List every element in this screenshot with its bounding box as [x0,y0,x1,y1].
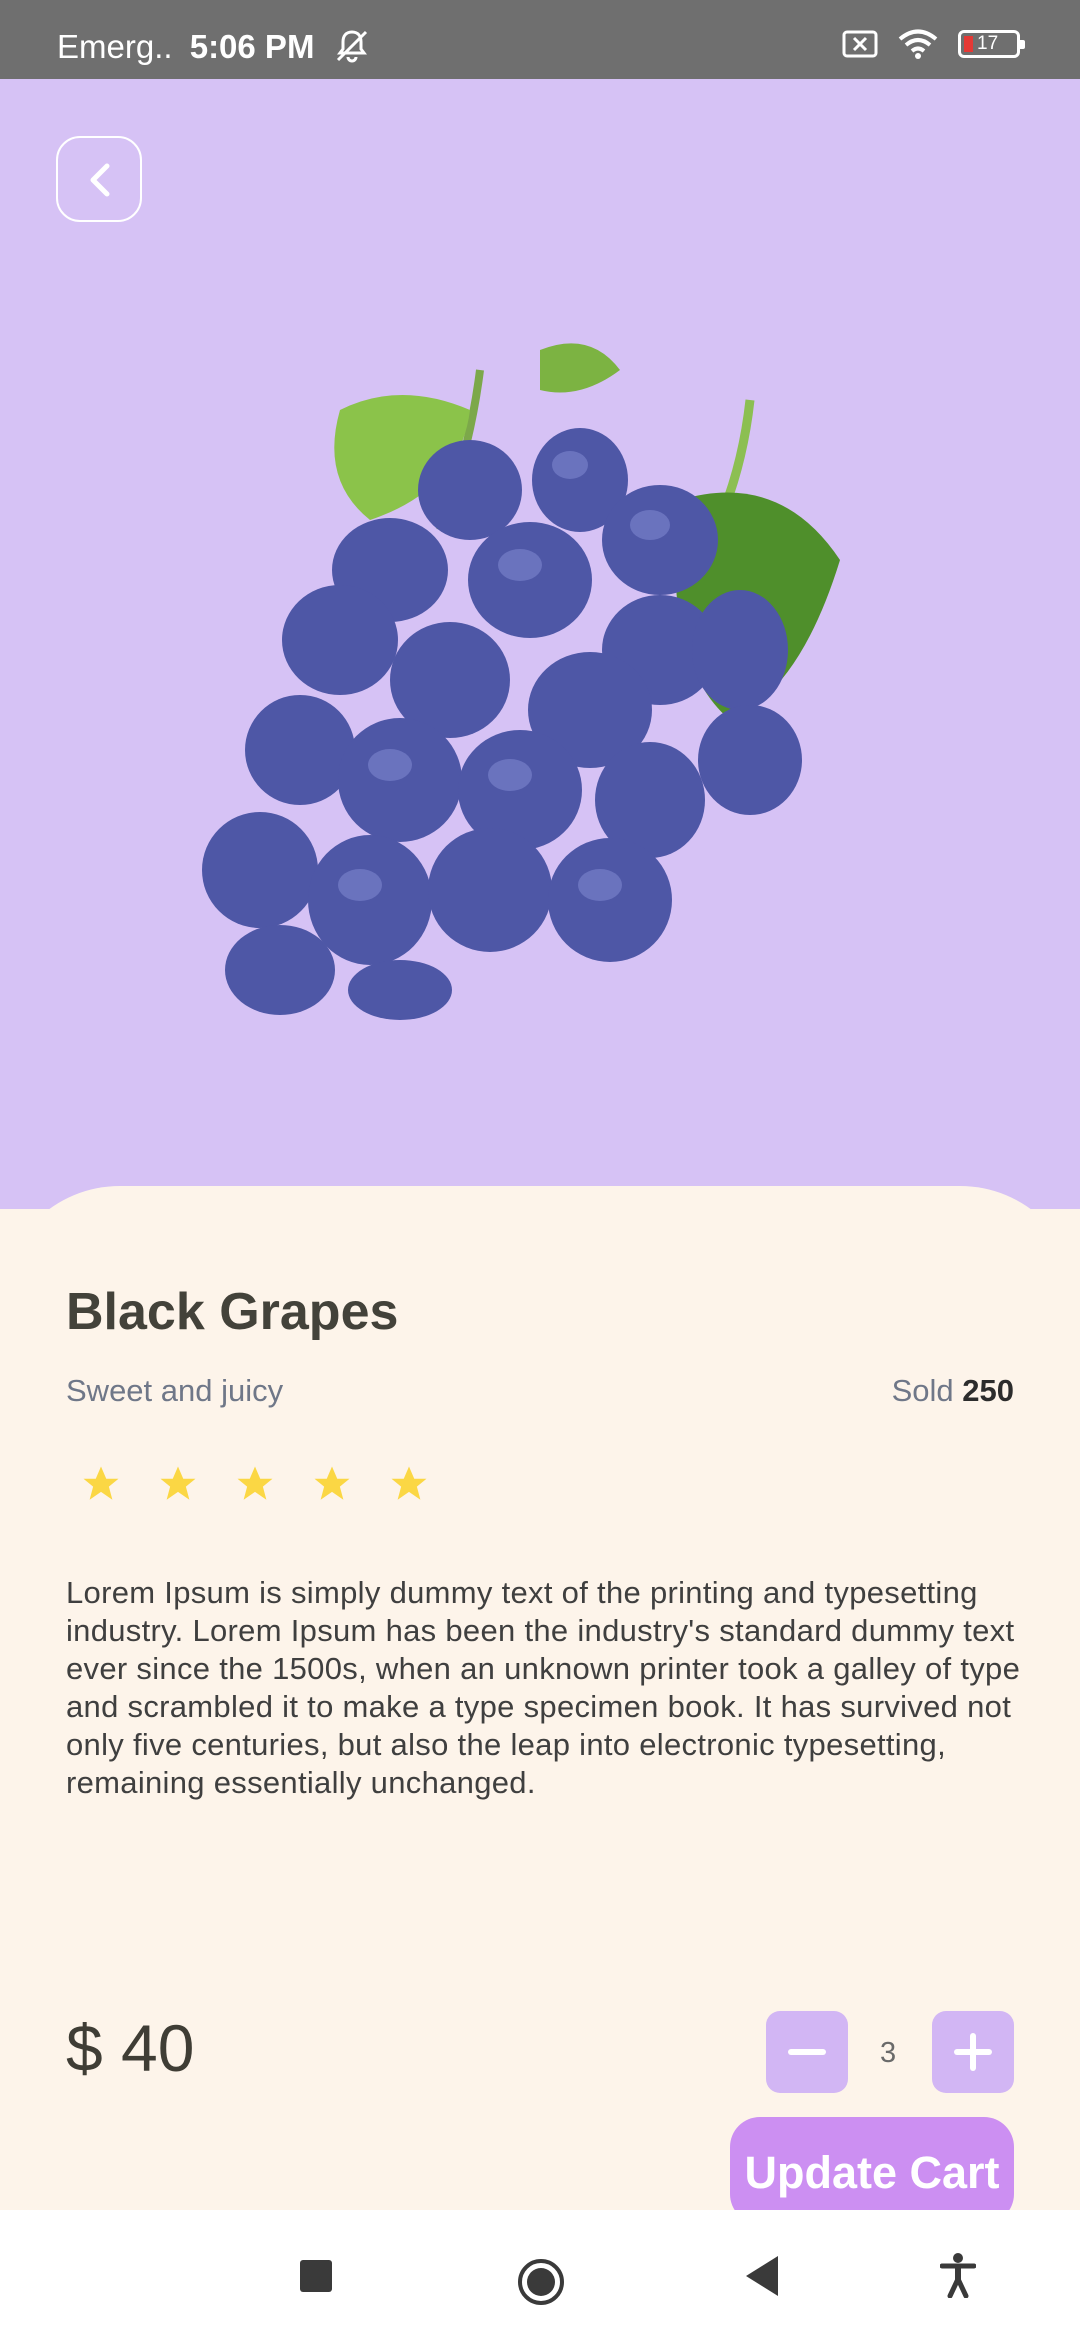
decrease-quantity-button[interactable] [766,2011,848,2093]
status-bar: Emerg.. 5:06 PM 17 [0,0,1080,79]
sold-count: Sold 250 [892,1373,1014,1409]
product-description: Lorem Ipsum is simply dummy text of the … [66,1575,1021,1800]
recent-apps-button[interactable] [300,2260,332,2292]
battery-level-text: 17 [977,33,999,54]
back-triangle-button[interactable] [744,2254,780,2298]
home-button[interactable] [516,2257,566,2307]
muted-bell-icon [336,30,368,63]
star-icon [160,1466,196,1500]
minus-icon [788,2049,826,2055]
sold-value: 250 [962,1373,1014,1408]
accessibility-icon[interactable] [940,2252,976,2298]
battery-icon: 17 [958,30,1025,58]
quantity-value: 3 [880,2037,897,2069]
product-price: $ 40 [66,2011,195,2085]
star-icon [391,1466,427,1500]
status-right: 17 [842,25,1025,63]
carrier-text: Emerg.. [57,28,173,65]
star-icon [314,1466,350,1500]
plus-icon [954,2033,992,2071]
increase-quantity-button[interactable] [932,2011,1014,2093]
sold-label: Sold [891,1373,954,1408]
sim-off-icon [842,30,878,58]
star-icon [83,1466,119,1500]
battery-fill [964,36,973,52]
rating-stars [80,1463,430,1505]
update-cart-button[interactable]: Update Cart [730,2117,1014,2224]
product-title: Black Grapes [66,1283,399,1341]
wifi-icon [898,29,938,59]
status-left: Emerg.. 5:06 PM [57,28,314,66]
star-icon [237,1466,273,1500]
clock-text: 5:06 PM [189,28,315,65]
back-button[interactable] [56,136,142,222]
black-grapes-image [202,343,840,1020]
product-tagline: Sweet and juicy [66,1373,284,1408]
chevron-left-icon [90,163,110,197]
